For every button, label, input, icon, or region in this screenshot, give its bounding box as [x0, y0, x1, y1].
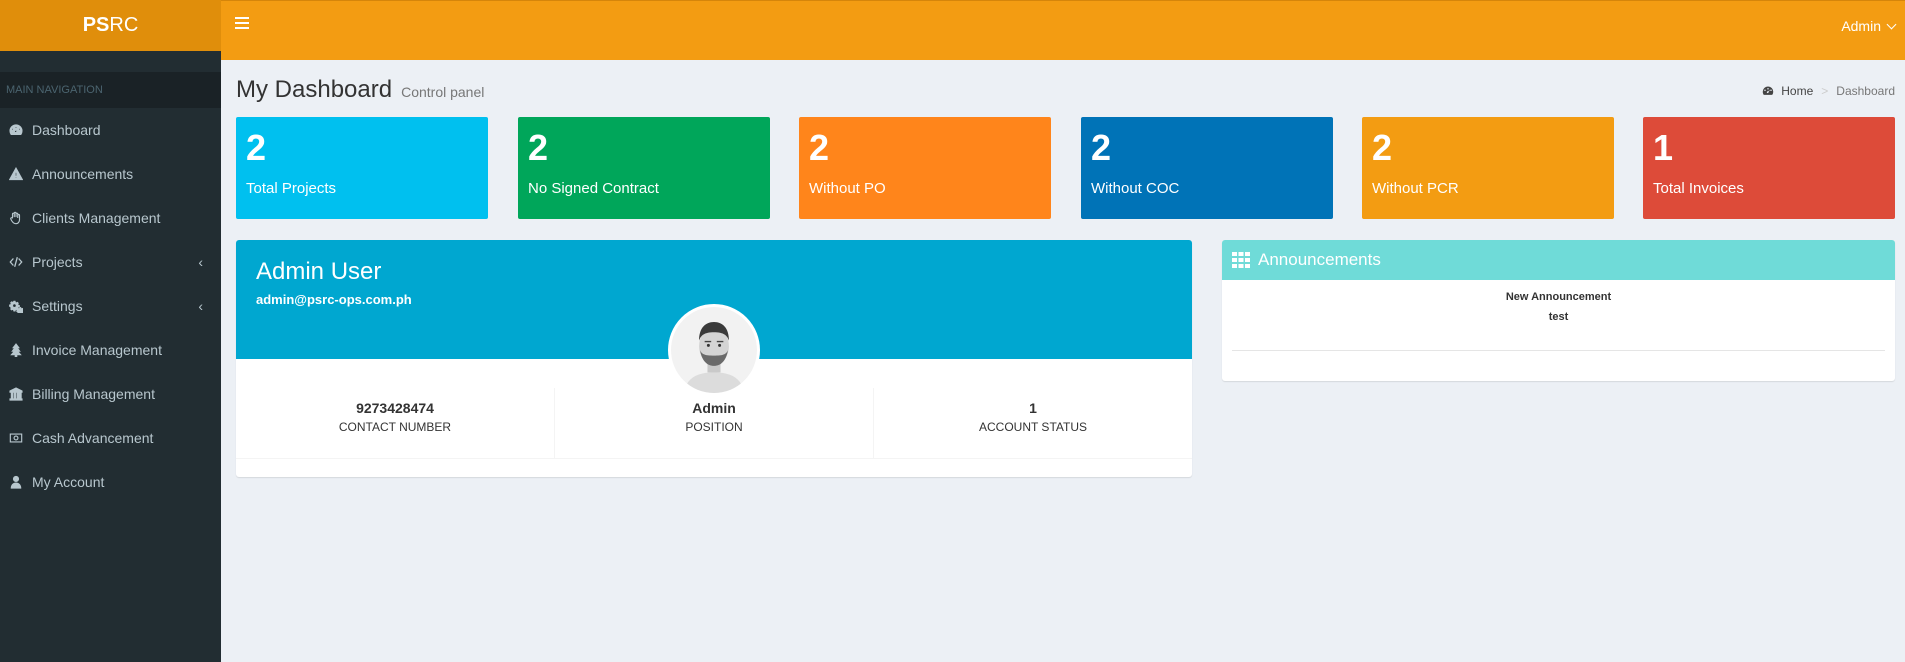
sidebar-item-label: Announcements	[32, 166, 134, 182]
dashboard-icon	[1763, 86, 1774, 95]
content-header: My Dashboard Control panel	[236, 76, 484, 104]
sidebar-item-my-account[interactable]: My Account	[0, 460, 221, 504]
bank-icon	[9, 387, 23, 401]
brand-logo-rest: RC	[109, 14, 139, 36]
sidebar-item-label: Projects	[32, 254, 83, 270]
chevron-left-icon: ‹	[198, 298, 203, 314]
stat-label: CONTACT NUMBER	[338, 420, 452, 434]
chevron-down-icon	[1886, 19, 1897, 29]
top-navbar: Admin	[221, 0, 1905, 60]
stat-label: POSITION	[685, 420, 743, 434]
profile-name: Admin User	[256, 258, 382, 285]
cogs-icon	[9, 299, 23, 313]
grid-icon	[1232, 252, 1250, 268]
nav-header: MAIN NAVIGATION	[0, 72, 221, 108]
stat-value: 2	[809, 127, 830, 168]
dashboard-icon	[9, 123, 23, 137]
user-menu-label: Admin	[1841, 18, 1881, 34]
stat-value: 1	[1653, 127, 1674, 168]
profile-stat-account-status: 1 ACCOUNT STATUS	[874, 388, 1192, 458]
stat-value: 2	[528, 127, 549, 168]
announcement-text: test	[1548, 311, 1569, 323]
user-profile-widget: Admin User admin@psrc-ops.com.ph 9273428…	[236, 240, 1192, 477]
stat-boxes: 2 Total Projects 2 No Signed Contract 2 …	[236, 117, 1895, 219]
page-title: My Dashboard	[236, 76, 393, 103]
profile-footer-divider	[236, 458, 1192, 459]
stat-label: Total Invoices	[1653, 180, 1744, 197]
stat-box-total-projects[interactable]: 2 Total Projects	[236, 117, 488, 219]
stat-value: 9273428474	[356, 400, 434, 416]
sidebar-toggle-icon[interactable]	[235, 17, 249, 31]
money-icon	[9, 431, 23, 445]
sidebar-item-label: Settings	[32, 298, 83, 314]
stat-value: 2	[1372, 127, 1393, 168]
stat-label: Without COC	[1091, 180, 1180, 197]
page-subtitle: Control panel	[401, 84, 485, 100]
profile-stats: 9273428474 CONTACT NUMBER Admin POSITION…	[236, 388, 1192, 458]
stat-box-without-po[interactable]: 2 Without PO	[799, 117, 1051, 219]
brand-logo-bold: PS	[82, 14, 110, 36]
tree-icon	[9, 343, 23, 357]
stat-label: No Signed Contract	[528, 180, 659, 197]
breadcrumb-current: Dashboard	[1836, 84, 1895, 98]
sidebar: PS RC MAIN NAVIGATION Dashboard Announcem…	[0, 0, 221, 662]
stat-box-total-invoices[interactable]: 1 Total Invoices	[1643, 117, 1895, 219]
sidebar-item-label: My Account	[32, 474, 105, 490]
sidebar-item-label: Invoice Management	[32, 342, 162, 358]
stat-label: Without PO	[809, 180, 886, 197]
brand-logo[interactable]: PS RC	[0, 0, 221, 51]
breadcrumb: Home > Dashboard	[1762, 84, 1895, 98]
stat-box-without-coc[interactable]: 2 Without COC	[1081, 117, 1333, 219]
sidebar-item-dashboard[interactable]: Dashboard	[0, 108, 221, 152]
sidebar-item-projects[interactable]: Projects ‹	[0, 240, 221, 284]
sidebar-item-cash-advancement[interactable]: Cash Advancement	[0, 416, 221, 460]
stat-label: ACCOUNT STATUS	[978, 420, 1087, 434]
stat-value: 2	[246, 127, 267, 168]
profile-stat-position: Admin POSITION	[555, 388, 874, 458]
sidebar-item-invoice-management[interactable]: Invoice Management	[0, 328, 221, 372]
sidebar-item-billing-management[interactable]: Billing Management	[0, 372, 221, 416]
sidebar-item-settings[interactable]: Settings ‹	[0, 284, 221, 328]
breadcrumb-home-label: Home	[1781, 84, 1814, 98]
warning-icon	[9, 167, 23, 181]
announcement-title: New Announcement	[1505, 291, 1612, 303]
user-menu[interactable]: Admin	[1841, 18, 1897, 34]
sidebar-item-label: Billing Management	[32, 386, 155, 402]
stat-value: 1	[1029, 400, 1037, 416]
breadcrumb-separator: >	[1821, 84, 1829, 98]
avatar	[668, 304, 760, 396]
stat-value: 2	[1091, 127, 1112, 168]
announcement-item[interactable]: New Announcement test	[1222, 280, 1895, 323]
announcements-title: Announcements	[1258, 250, 1381, 269]
stat-value: Admin	[692, 400, 736, 416]
profile-stat-contact: 9273428474 CONTACT NUMBER	[236, 388, 555, 458]
code-icon	[9, 255, 23, 269]
announcements-header: Announcements	[1222, 240, 1895, 280]
announcement-divider	[1232, 350, 1885, 351]
sidebar-item-label: Dashboard	[32, 122, 101, 138]
stat-box-no-signed-contract[interactable]: 2 No Signed Contract	[518, 117, 770, 219]
stat-box-without-pcr[interactable]: 2 Without PCR	[1362, 117, 1614, 219]
announcements-panel: Announcements New Announcement test	[1222, 240, 1895, 381]
chevron-left-icon: ‹	[198, 254, 203, 270]
sidebar-item-clients-management[interactable]: Clients Management	[0, 196, 221, 240]
hand-icon	[9, 211, 23, 225]
sidebar-item-announcements[interactable]: Announcements	[0, 152, 221, 196]
user-icon	[9, 475, 23, 489]
sidebar-item-label: Clients Management	[32, 210, 161, 226]
breadcrumb-home[interactable]: Home	[1762, 84, 1813, 98]
sidebar-item-label: Cash Advancement	[32, 430, 154, 446]
stat-label: Without PCR	[1372, 180, 1459, 197]
stat-label: Total Projects	[246, 180, 337, 197]
